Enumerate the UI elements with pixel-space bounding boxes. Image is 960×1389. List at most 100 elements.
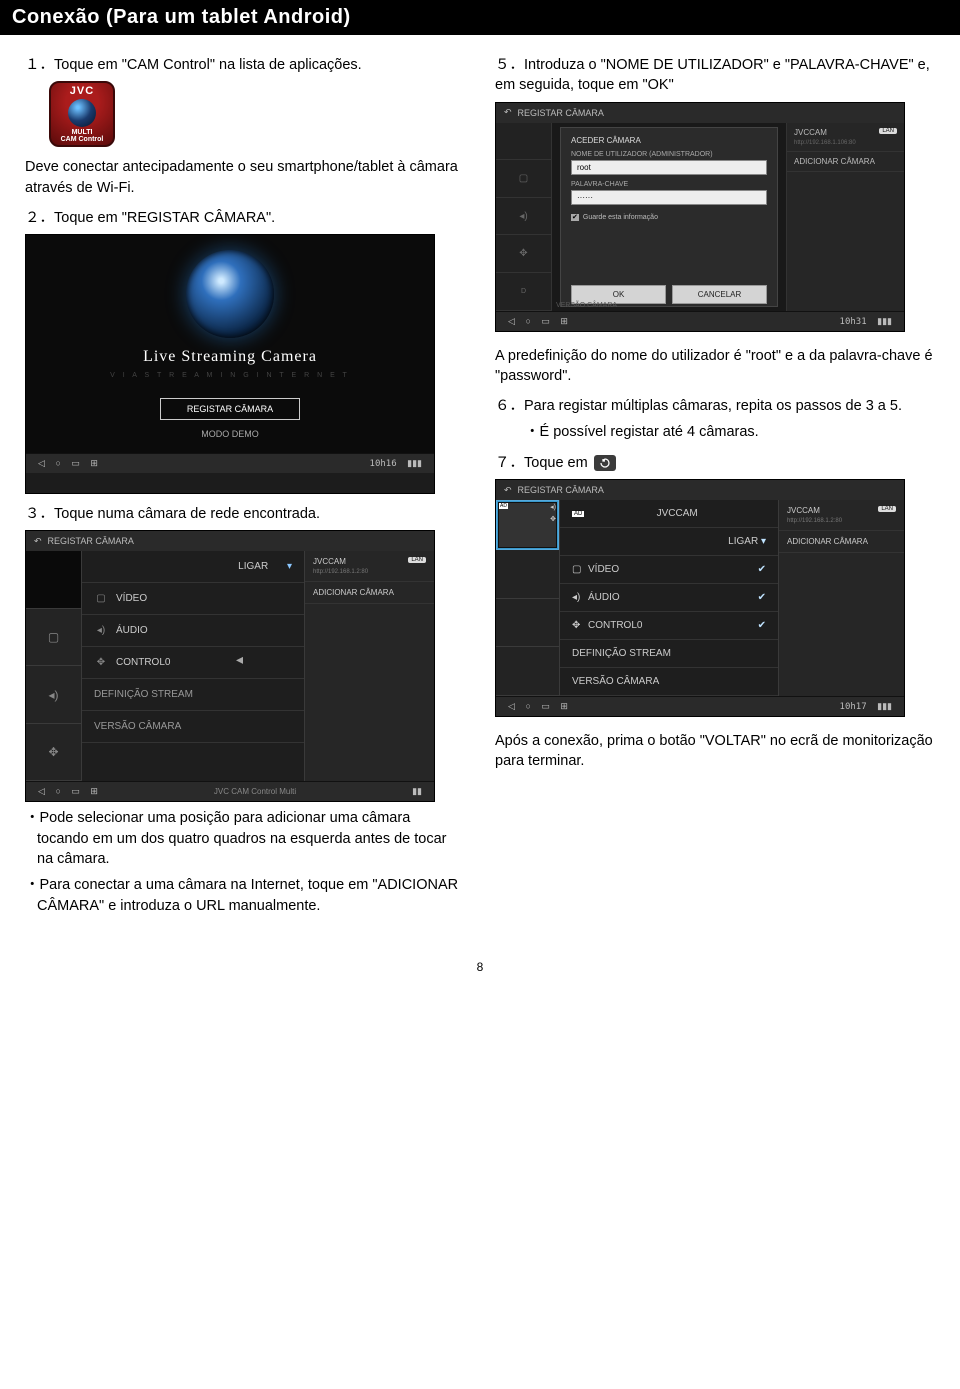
slot-2[interactable] [496,550,559,599]
slots-scrim: ▢ ◂) ✥ D [496,123,552,311]
username-input[interactable]: root [571,160,767,175]
video-row[interactable]: ▢VÍDEO✔ [560,556,778,584]
back-nav-icon[interactable]: ◁ [508,701,515,712]
signal-icon: ▮▮▮ [877,316,892,327]
cam-name: JVCCAM [787,506,820,515]
apps-nav-icon[interactable]: ⊞ [90,458,98,469]
cancel-button[interactable]: CANCELAR [672,285,767,304]
lan-chip: LAN [878,506,896,512]
slot-4[interactable]: ✥ [26,724,81,782]
video-row[interactable]: ▢VÍDEO [82,583,304,615]
login-dialog: ACEDER CÂMARA NOME DE UTILIZADOR (ADMINI… [560,127,778,307]
camname-label: JVCCAM [657,508,698,519]
audio-row[interactable]: ◂)ÁUDIO✔ [560,584,778,612]
defstream-row[interactable]: DEFINIÇÃO STREAM [82,679,304,711]
ad-badge: AD [499,503,508,509]
slot-3[interactable] [496,599,559,648]
apps-nav-icon[interactable]: ⊞ [90,786,98,797]
apps-nav-icon[interactable]: ⊞ [560,701,568,712]
left-column: １．Toque em "CAM Control" na lista de apl… [25,45,465,920]
ligar-row[interactable]: LIGAR ▾ [560,528,778,556]
slot-4[interactable] [496,647,559,696]
home-nav-icon[interactable]: ○ [55,786,60,796]
overview-nav-icon[interactable]: ▭ [541,701,550,712]
dialog-title: ACEDER CÂMARA [571,136,767,145]
back-icon[interactable]: ↶ [504,107,512,118]
modo-demo-button[interactable]: MODO DEMO [201,429,259,439]
cam-url: http://192.168.1.106:80 [794,140,856,146]
screenshot-live-streaming: Live Streaming Camera V I A S T R E A M … [25,234,435,494]
back-icon[interactable]: ↶ [34,536,42,547]
slot: ▢ [496,160,551,198]
app-icon[interactable]: JVC MULTI CAM Control [49,81,115,147]
step-3: ３．Toque numa câmara de rede encontrada. [25,504,465,524]
chevron-left-icon[interactable]: ◂ [236,651,243,668]
nav-bar: ◁ ○ ▭ ⊞ 10h31 ▮▮▮ [496,311,904,331]
settings-list: LIGAR ▾ ▢VÍDEO ◂)ÁUDIO ✥CONTROL0 DEFINIÇ… [82,551,304,781]
step-5: ５．Introduza o "NOME DE UTILIZADOR" e "PA… [495,55,935,96]
note-connect-wifi: Deve conectar antecipadamente o seu smar… [25,157,465,198]
audio-row[interactable]: ◂)ÁUDIO [82,615,304,647]
slot-1[interactable] [26,551,81,609]
top-title: REGISTAR CÂMARA [518,108,604,118]
screenshot-after-connect: ↶ REGISTAR CÂMARA AD ◂) ✥ [495,479,905,717]
camera-lens-icon [186,250,274,338]
note-after-connection: Após a conexão, prima o botão "VOLTAR" n… [495,731,935,772]
video-label: VÍDEO [588,564,758,575]
overview-nav-icon[interactable]: ▭ [71,458,80,469]
overview-nav-icon[interactable]: ▭ [541,316,550,327]
cam-url: http://192.168.1.2:80 [787,518,842,524]
password-input[interactable]: ······ [571,190,767,205]
remember-checkbox[interactable]: Guarde esta informação [571,213,767,221]
home-nav-icon[interactable]: ○ [525,316,530,326]
ligar-label: LIGAR [238,561,268,572]
status-time: 10h31 [840,317,867,327]
found-cameras: JVCCAM LAN http://192.168.1.2:80 ADICION… [304,551,434,781]
control-label: CONTROL0 [588,620,758,631]
registar-camara-button[interactable]: REGISTAR CÂMARA [160,398,300,420]
signal-icon: ▮▮▮ [877,701,892,712]
slot-2[interactable]: ▢ [26,609,81,667]
control-label: CONTROL0 [116,657,170,668]
back-nav-icon[interactable]: ◁ [508,316,515,327]
step-7: ７．Toque em [495,453,935,473]
versao-row[interactable]: VERSÃO CÂMARA [82,711,304,743]
found-camera-item[interactable]: JVCCAM LAN http://192.168.1.2:80 [779,500,904,531]
control-row[interactable]: ✥CONTROL0✔ [560,612,778,640]
back-nav-icon[interactable]: ◁ [38,786,45,797]
slot-1[interactable]: AD ◂) ✥ [496,500,559,550]
camera-slots: AD ◂) ✥ [496,500,560,696]
app-brand-text: JVC [70,85,94,97]
add-camera-item[interactable]: ADICIONAR CÂMARA [779,531,904,553]
username-label: NOME DE UTILIZADOR (ADMINISTRADOR) [571,151,767,158]
nav-bar: ◁ ○ ▭ ⊞ 10h16 ▮▮▮ [26,453,434,473]
versao-row[interactable]: VERSÃO CÂMARA [560,668,778,696]
back-nav-icon[interactable]: ◁ [38,458,45,469]
add-camera-item[interactable]: ADICIONAR CÂMARA [305,582,434,604]
home-nav-icon[interactable]: ○ [55,458,60,468]
found-camera-item[interactable]: JVCCAM LAN http://192.168.1.2:80 [305,551,434,582]
home-nav-icon[interactable]: ○ [525,701,530,711]
nav-bar: ◁ ○ ▭ ⊞ JVC CAM Control Multi ▮▮ [26,781,434,801]
defstream-row[interactable]: DEFINIÇÃO STREAM [560,640,778,668]
back-icon[interactable]: ↶ [504,485,512,496]
page-number: 8 [0,960,960,974]
ligar-row[interactable]: LIGAR ▾ [82,551,304,583]
versao-label: VERSÃO CÂMARA [572,676,766,687]
app-multi-text: MULTI [72,129,93,136]
overview-nav-icon[interactable]: ▭ [71,786,80,797]
ligar-label: LIGAR [572,536,758,547]
control-row[interactable]: ✥CONTROL0 [82,647,304,679]
top-title: REGISTAR CÂMARA [48,536,134,546]
apps-nav-icon[interactable]: ⊞ [560,316,568,327]
versao-label: VERSÃO CÂMARA [94,721,181,732]
found-camera-name: JVCCAM [313,557,346,566]
slot-3[interactable]: ◂) [26,666,81,724]
slot: ✥ [496,235,551,273]
nav-bar: ◁ ○ ▭ ⊞ 10h17 ▮▮▮ [496,696,904,716]
back-icon [594,455,616,471]
audio-label: ÁUDIO [588,592,758,603]
top-bar: ↶ REGISTAR CÂMARA [496,480,904,500]
content-area: １．Toque em "CAM Control" na lista de apl… [0,35,960,940]
defstream-label: DEFINIÇÃO STREAM [572,648,766,659]
